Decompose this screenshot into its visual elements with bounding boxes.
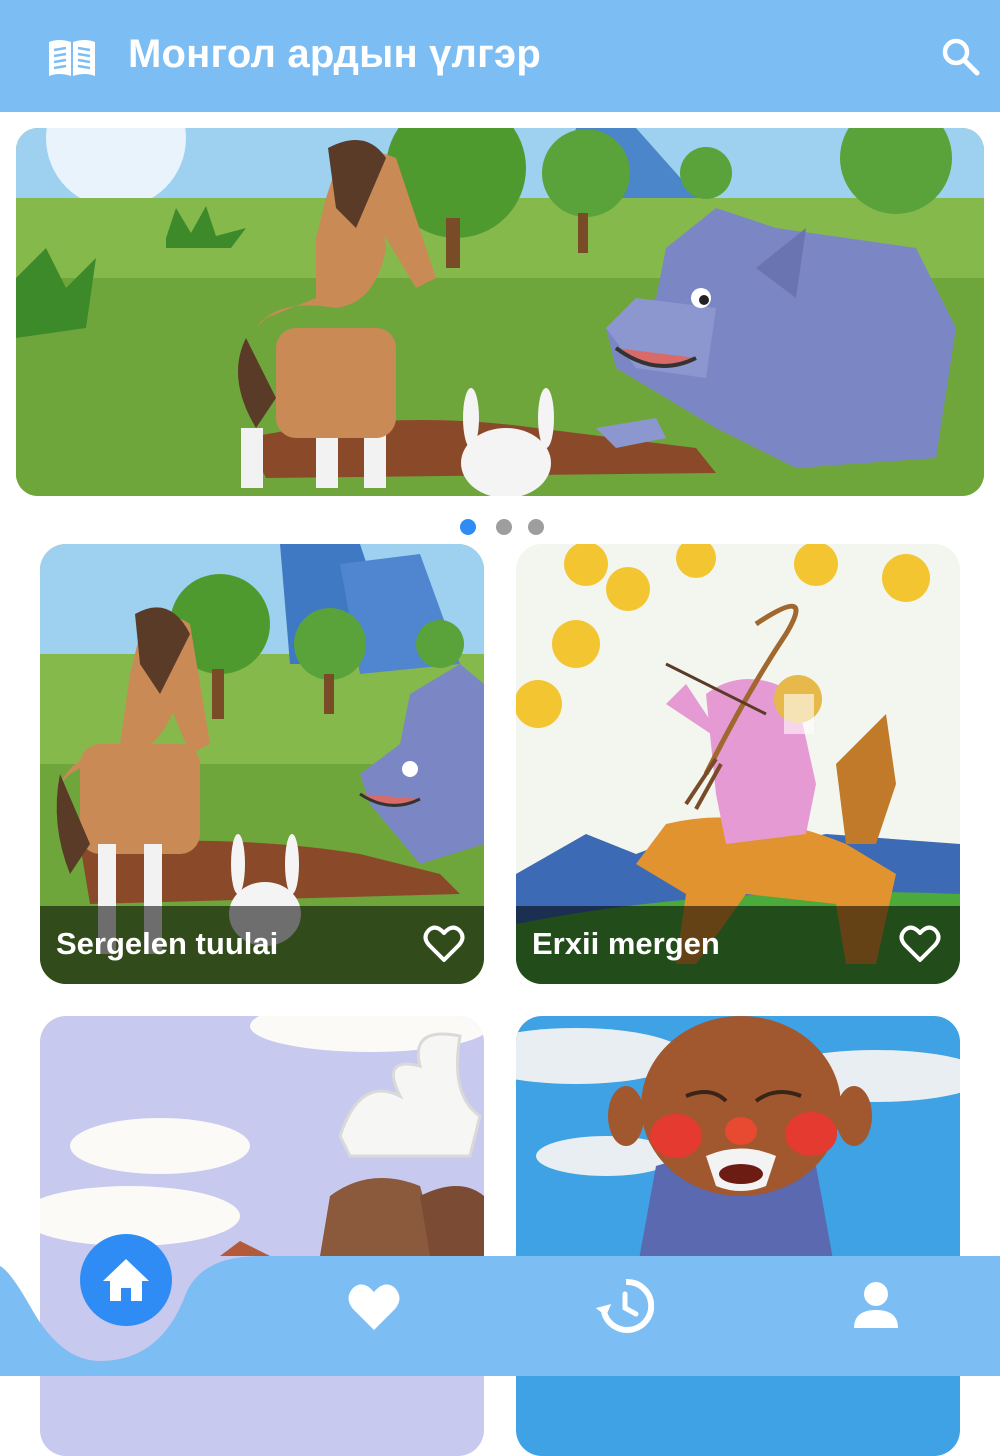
story-caption: Erxii mergen [516,906,960,984]
story-title[interactable]: Sergelen tuulai [56,926,278,962]
person-icon[interactable] [846,1276,906,1336]
story-caption: Sergelen tuulai [40,906,484,984]
search-icon[interactable] [940,36,980,76]
heart-icon[interactable] [344,1276,404,1336]
book-open-icon[interactable] [46,36,98,80]
heart-outline-icon[interactable] [422,922,466,966]
story-title[interactable]: Erxii mergen [532,926,720,962]
carousel-dot[interactable] [528,519,544,535]
carousel-dot[interactable] [496,519,512,535]
story-card[interactable]: Sergelen tuulai [40,544,484,984]
home-icon [103,1259,149,1301]
carousel-dot-active[interactable] [460,519,476,535]
history-icon[interactable] [594,1276,654,1336]
nav-home-button[interactable] [80,1234,172,1326]
app-bar: Монгол ардын үлгэр [0,0,1000,112]
story-card[interactable]: Erxii mergen [516,544,960,984]
page-title: Монгол ардын үлгэр [128,32,541,76]
heart-outline-icon[interactable] [898,922,942,966]
featured-banner[interactable] [16,128,984,496]
carousel-indicator [0,519,1000,537]
banner-illustration [16,128,984,496]
